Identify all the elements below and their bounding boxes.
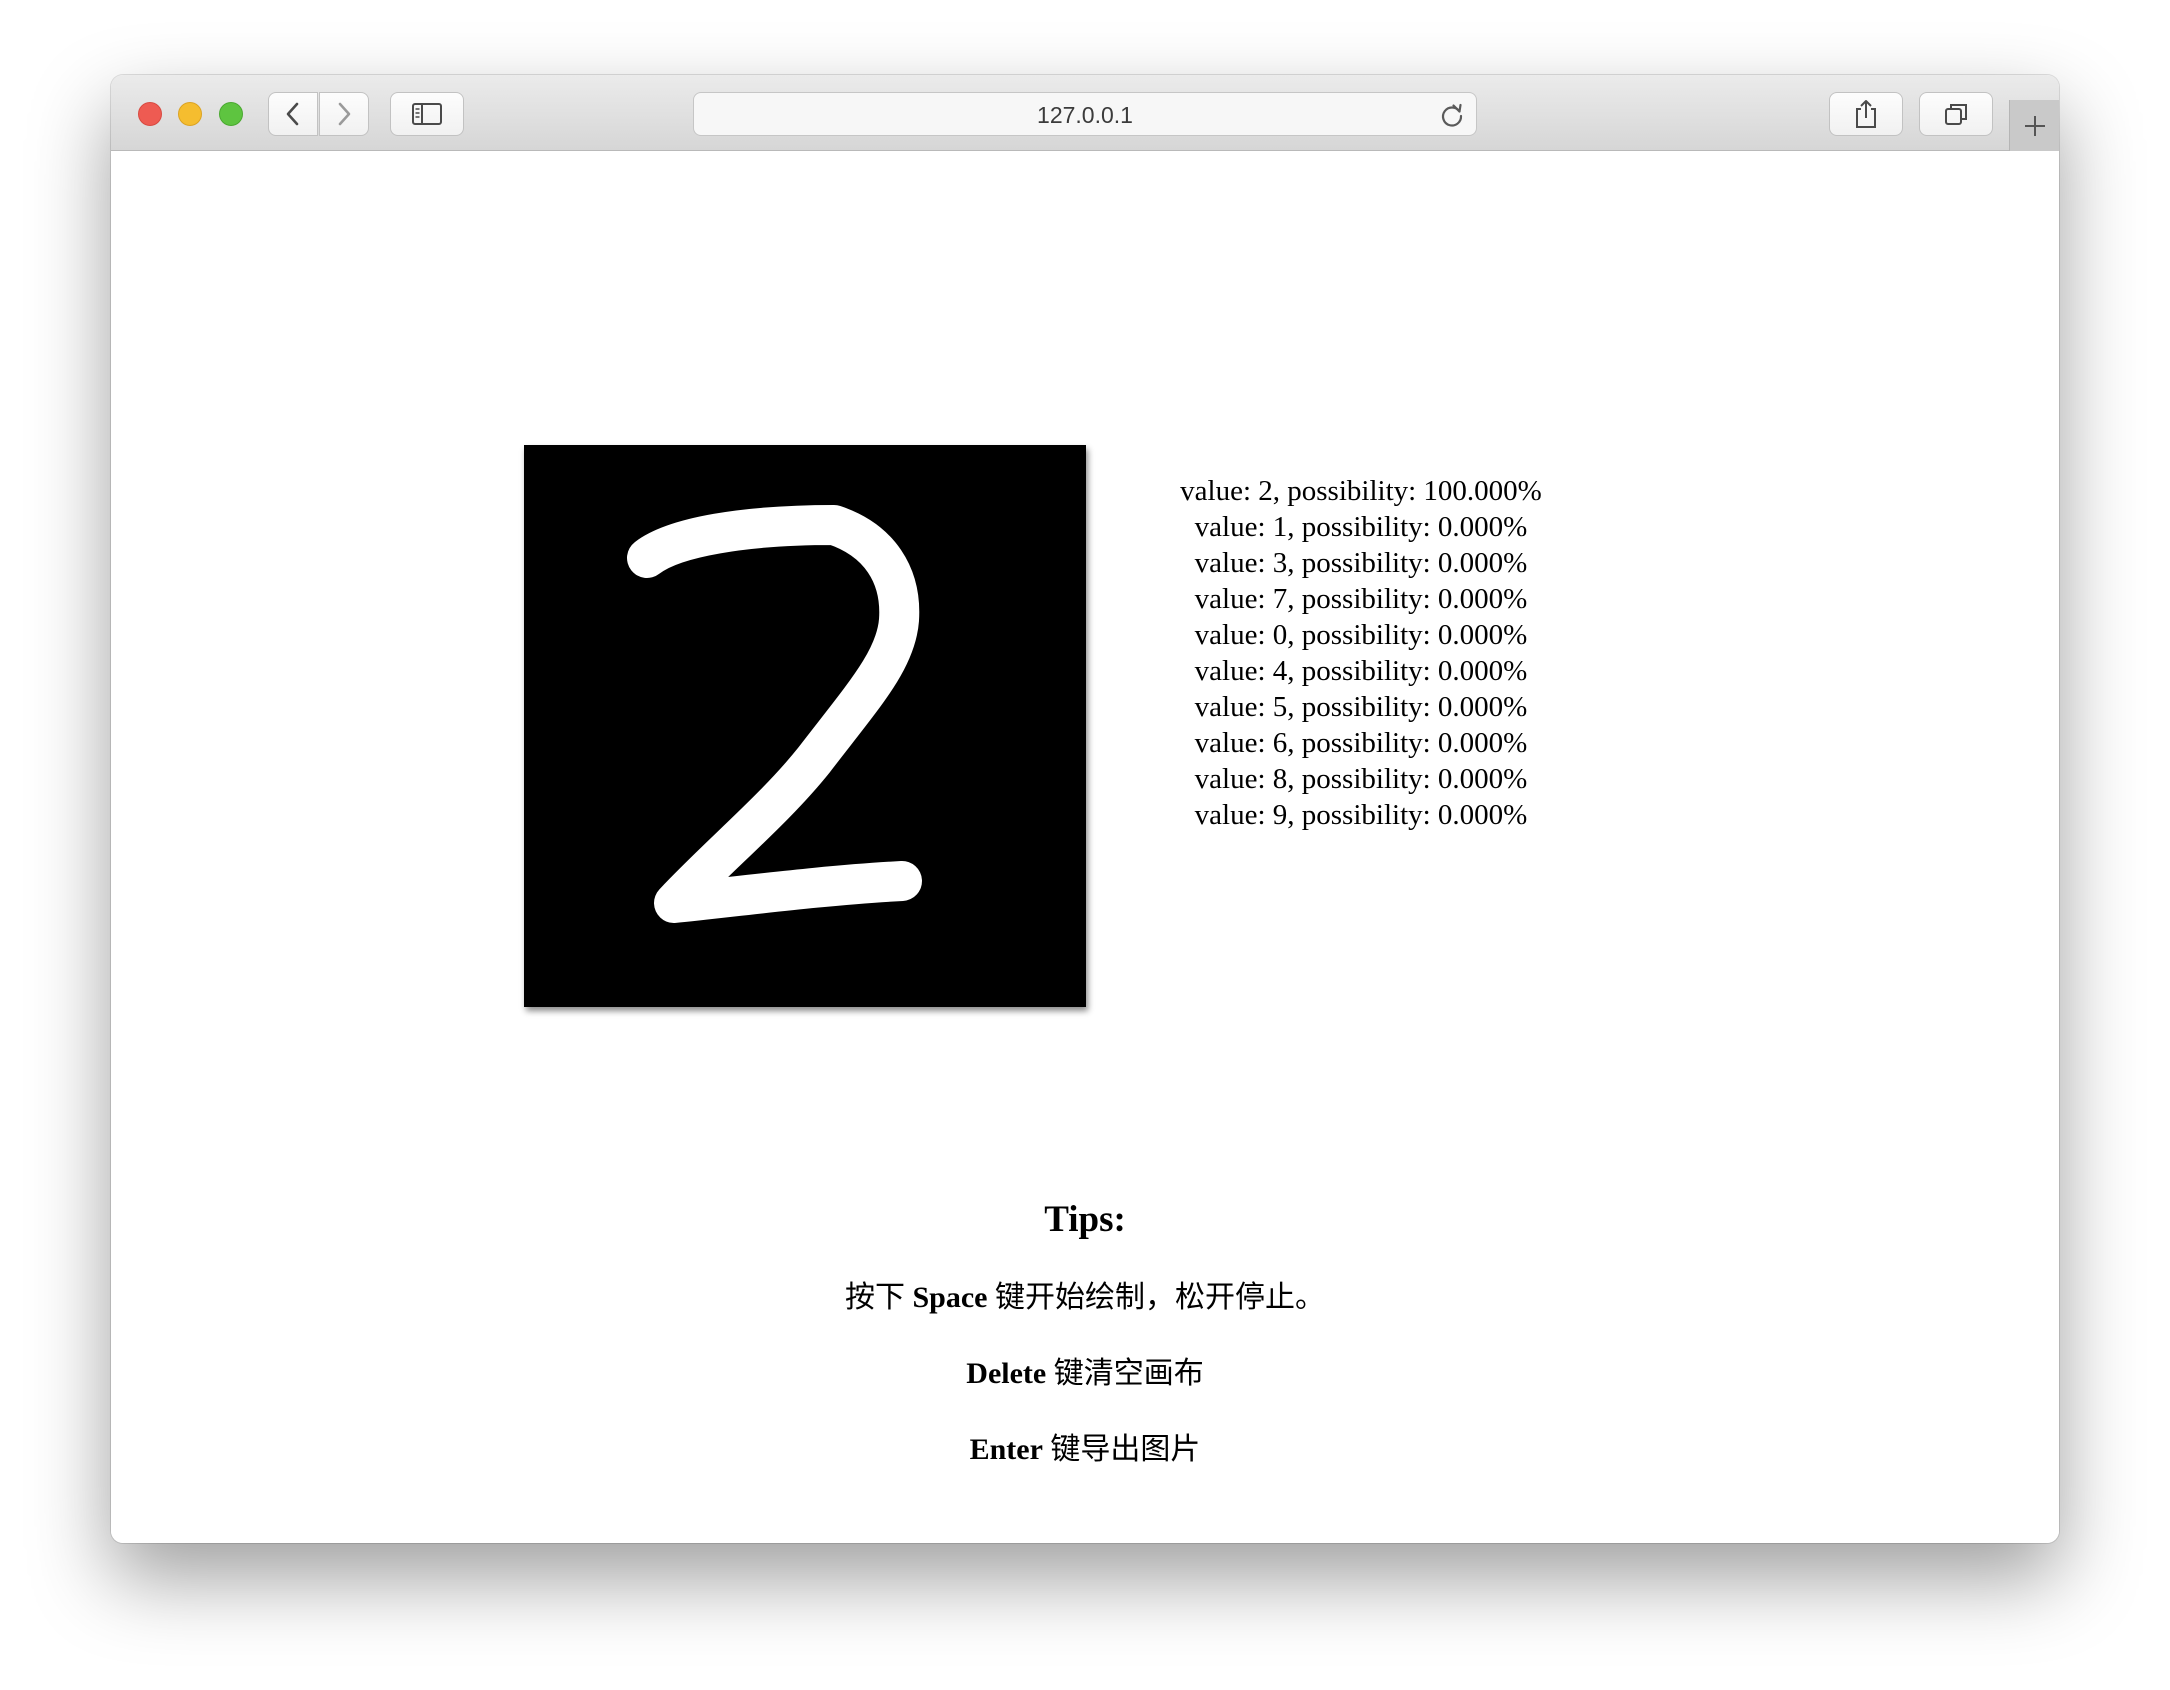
share-icon (1856, 100, 1876, 128)
sidebar-icon (412, 103, 442, 125)
prediction-row: value: 5, possibility: 0.000% (1194, 691, 1528, 723)
handwritten-digit-drawing (627, 505, 922, 923)
tips-section: Tips: 按下 Space 键开始绘制，松开停止。 Delete 键清空画布 … (111, 1198, 2059, 1466)
tip-delete-key: Delete 键清空画布 (111, 1356, 2059, 1392)
sidebar-toggle-button[interactable] (390, 92, 464, 136)
forward-button[interactable] (319, 92, 369, 136)
prediction-row: value: 0, possibility: 0.000% (1194, 619, 1528, 651)
key-name: Enter (969, 1433, 1043, 1466)
prediction-row: value: 3, possibility: 0.000% (1194, 547, 1528, 579)
prediction-list: value: 2, possibility: 100.000% value: 1… (1141, 473, 1581, 833)
drawing-canvas[interactable] (524, 445, 1086, 1007)
tabs-overview-icon (1945, 104, 1967, 125)
close-window-button[interactable] (138, 102, 162, 126)
prediction-row: value: 7, possibility: 0.000% (1194, 583, 1528, 615)
reload-button[interactable] (1438, 101, 1466, 129)
prediction-row: value: 2, possibility: 100.000% (1180, 475, 1542, 507)
browser-window: 127.0.0.1 value: 2, possibility: 100.000… (111, 75, 2059, 1543)
back-button[interactable] (268, 92, 318, 136)
prediction-row: value: 4, possibility: 0.000% (1194, 655, 1528, 687)
share-button[interactable] (1829, 92, 1903, 136)
tip-text: 键清空画布 (1046, 1357, 1204, 1390)
prediction-row: value: 6, possibility: 0.000% (1194, 727, 1528, 759)
tip-text: 键开始绘制，松开停止。 (987, 1281, 1325, 1314)
tip-enter-key: Enter 键导出图片 (111, 1432, 2059, 1468)
url-text: 127.0.0.1 (1037, 102, 1133, 128)
tip-text: 按下 (845, 1281, 913, 1314)
minimize-window-button[interactable] (178, 102, 202, 126)
tip-text: 键导出图片 (1042, 1433, 1201, 1466)
chevron-right-icon (338, 102, 351, 126)
browser-toolbar: 127.0.0.1 (111, 75, 2059, 151)
key-name: Space (912, 1281, 988, 1314)
prediction-row: value: 1, possibility: 0.000% (1194, 511, 1528, 543)
key-name: Delete (966, 1357, 1047, 1390)
new-tab-button[interactable] (2009, 100, 2059, 151)
plus-icon (2024, 115, 2045, 136)
address-bar[interactable]: 127.0.0.1 (693, 92, 1477, 136)
page-content: value: 2, possibility: 100.000% value: 1… (111, 151, 2059, 1543)
tabs-overview-button[interactable] (1919, 92, 1993, 136)
maximize-window-button[interactable] (219, 102, 243, 126)
tips-title: Tips: (1044, 1199, 1126, 1240)
prediction-row: value: 8, possibility: 0.000% (1194, 763, 1528, 795)
tip-space-key: 按下 Space 键开始绘制，松开停止。 (111, 1280, 2059, 1316)
prediction-row: value: 9, possibility: 0.000% (1194, 799, 1528, 831)
reload-icon (1441, 103, 1463, 127)
chevron-left-icon (286, 102, 299, 126)
